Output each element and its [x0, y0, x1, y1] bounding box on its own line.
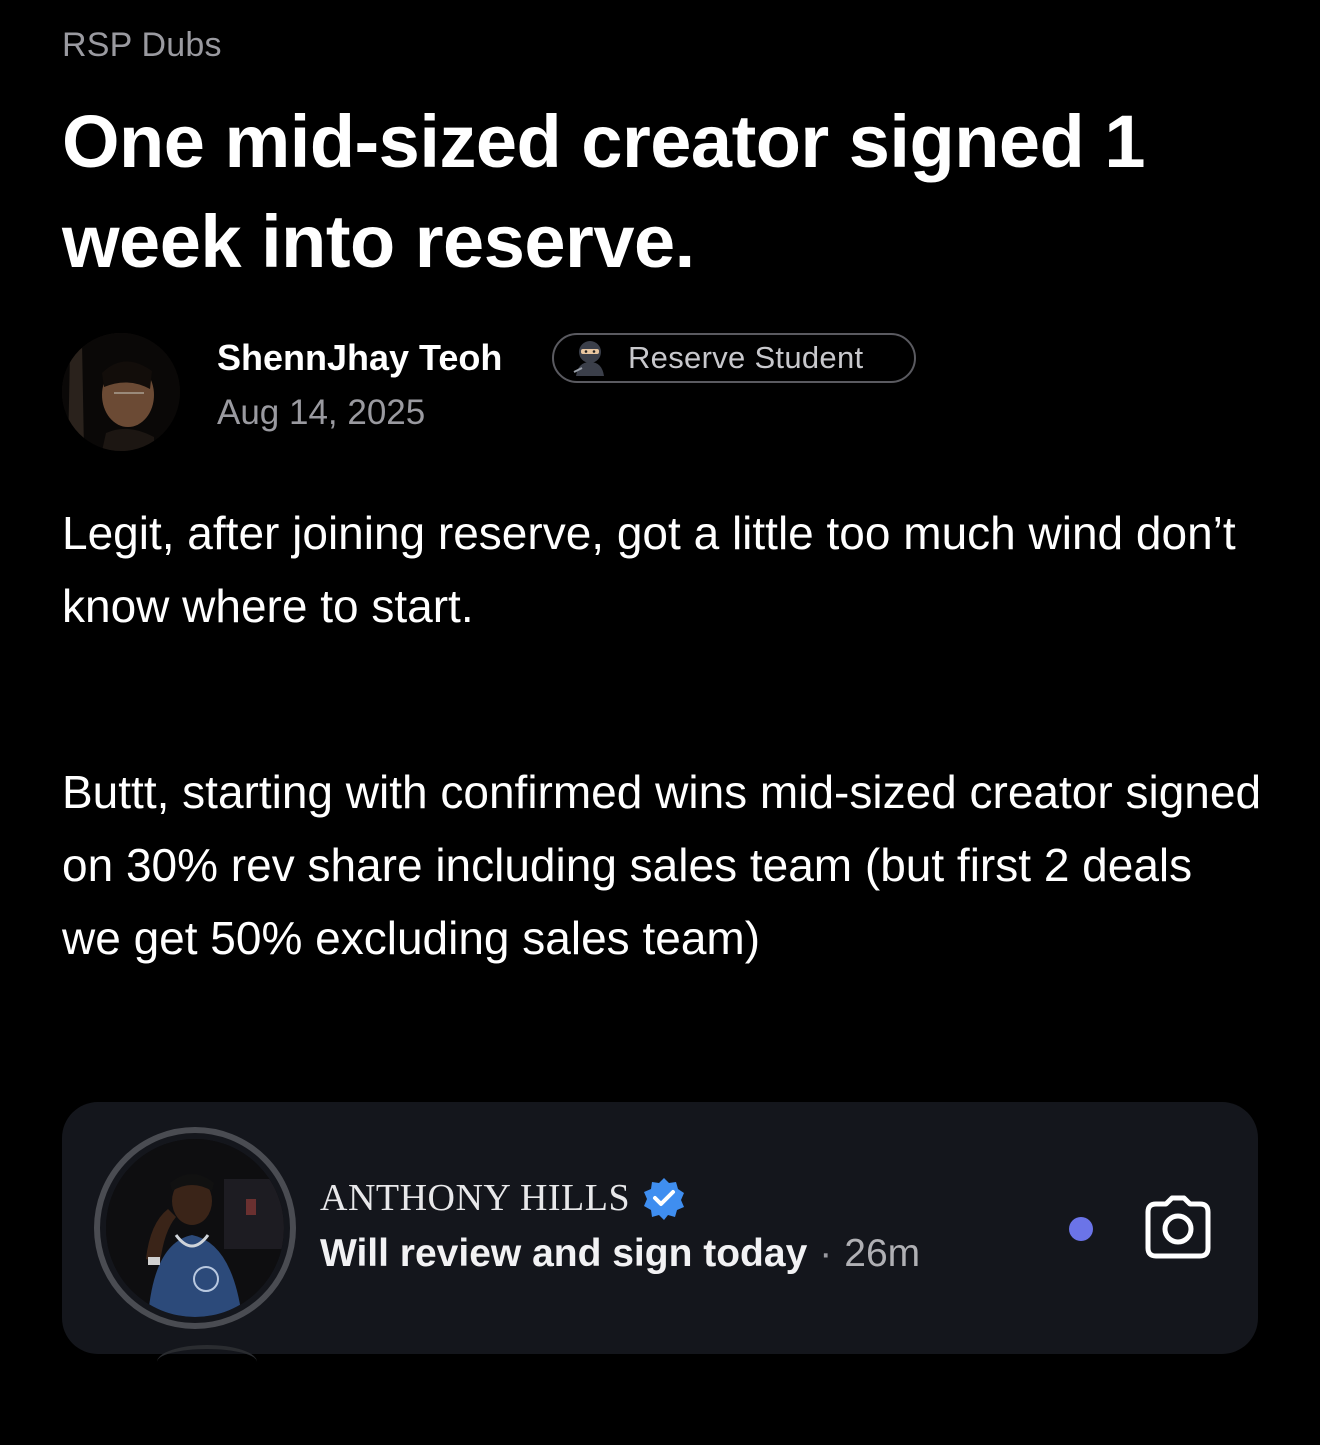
post-title: One mid-sized creator signed 1 week into… [62, 100, 1145, 283]
unread-indicator [1069, 1217, 1093, 1241]
contact-name-row: ANTHONY HILLS [320, 1176, 686, 1220]
camera-icon [1142, 1192, 1214, 1264]
contact-name: ANTHONY HILLS [320, 1177, 631, 1219]
embedded-message-screenshot: ANTHONY HILLS Will review and sign today… [62, 1102, 1258, 1354]
author-row: ShennJhay Teoh Reserve Student Aug 14, 2… [62, 333, 1062, 453]
last-message-row: Will review and sign today · 26m [320, 1232, 920, 1276]
last-message: Will review and sign today [320, 1232, 808, 1275]
post-category[interactable]: RSP Dubs [62, 26, 222, 65]
verified-badge-icon [642, 1176, 686, 1220]
author-avatar-photo [62, 333, 180, 451]
separator-dot: · [819, 1232, 833, 1275]
author-avatar[interactable] [62, 333, 180, 451]
post-date: Aug 14, 2025 [217, 393, 426, 432]
contact-avatar-photo [106, 1139, 284, 1317]
next-item-ring [157, 1345, 257, 1379]
message-time: 26m [844, 1232, 921, 1275]
contact-avatar [106, 1139, 284, 1317]
post-paragraph: Buttt, starting with confirmed wins mid-… [62, 766, 1262, 964]
author-name[interactable]: ShennJhay Teoh [217, 337, 502, 379]
badge-label: Reserve Student [628, 340, 864, 375]
author-role-badge: Reserve Student [552, 333, 916, 383]
post-paragraph: Legit, after joining reserve, got a litt… [62, 507, 1236, 632]
story-ring [94, 1127, 296, 1329]
ninja-emoji-icon [568, 338, 612, 378]
